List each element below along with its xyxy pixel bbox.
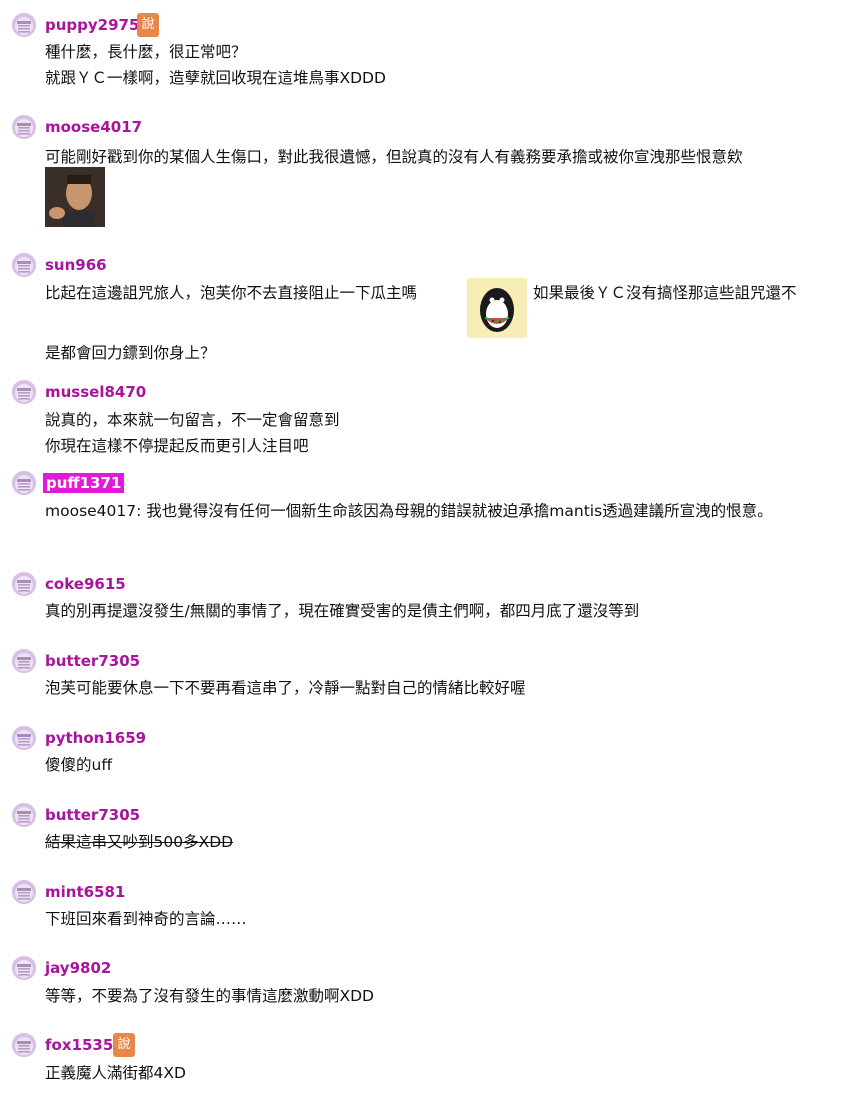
comment-text-strikethrough: 結果這串又吵到500多XDD bbox=[45, 833, 234, 851]
avatar[interactable] bbox=[12, 880, 36, 904]
avatar[interactable] bbox=[12, 572, 36, 596]
comment-text: 如果最後ＹＣ沒有搞怪那這些詛咒還不 bbox=[533, 284, 797, 302]
avatar[interactable] bbox=[12, 726, 36, 750]
comment-text: 泡芙可能要休息一下不要再看這串了，冷靜一點對自己的情緒比較好喔 bbox=[45, 679, 526, 697]
username-link[interactable]: python1659 bbox=[45, 728, 146, 748]
comment-text: 比起在這邊詛咒旅人，泡芙你不去直接阻止一下瓜主嗎 bbox=[45, 284, 418, 302]
comment-text: 正義魔人滿街都4XD bbox=[45, 1064, 186, 1082]
comment-text: 等等，不要為了沒有發生的事情這麼激動啊XDD bbox=[45, 987, 374, 1005]
comment-item: puff1371 moose4017: 我也覺得沒有任何一個新生命該因為母親的錯… bbox=[0, 471, 847, 551]
avatar[interactable] bbox=[12, 956, 36, 980]
avatar[interactable] bbox=[12, 253, 36, 277]
comment-text: 就跟ＹＣ一樣啊，造孽就回收現在這堆鳥事XDDD bbox=[45, 69, 386, 87]
avatar[interactable] bbox=[12, 380, 36, 404]
avatar[interactable] bbox=[12, 471, 36, 495]
comment-text: 你現在這樣不停提起反而更引人注目吧 bbox=[45, 437, 309, 455]
comment-text: 種什麼，長什麼，很正常吧？ bbox=[45, 43, 247, 61]
comment-item: mussel8470 說真的，本來就一句留言，不一定會留意到 你現在這樣不停提起… bbox=[0, 380, 847, 460]
comment-item: mint6581 下班回來看到神奇的言論…… bbox=[0, 880, 847, 930]
comment-item: jay9802 等等，不要為了沒有發生的事情這麼激動啊XDD bbox=[0, 956, 847, 1006]
avatar[interactable] bbox=[12, 115, 36, 139]
comment-text: 真的別再提還沒發生/無關的事情了，現在確實受害的是債主們啊，都四月底了還沒等到 bbox=[45, 602, 640, 620]
speaker-badge: 說 bbox=[137, 13, 159, 37]
username-link[interactable]: fox1535 bbox=[45, 1035, 113, 1055]
comment-item: python1659 傻傻的uff bbox=[0, 726, 847, 776]
username-link[interactable]: butter7305 bbox=[45, 805, 140, 825]
username-link[interactable]: mint6581 bbox=[45, 882, 125, 902]
comment-text: 說真的，本來就一句留言，不一定會留意到 bbox=[45, 411, 340, 429]
avatar[interactable] bbox=[12, 649, 36, 673]
comment-text: 傻傻的uff bbox=[45, 756, 113, 774]
avatar[interactable] bbox=[12, 1033, 36, 1057]
comment-item: coke9615 真的別再提還沒發生/無關的事情了，現在確實受害的是債主們啊，都… bbox=[0, 572, 847, 622]
comment-item: butter7305 結果這串又吵到500多XDD bbox=[0, 803, 847, 853]
username-link-highlighted[interactable]: puff1371 bbox=[43, 473, 125, 493]
avatar[interactable] bbox=[12, 803, 36, 827]
comment-text: moose4017: 我也覺得沒有任何一個新生命該因為母親的錯誤就被迫承擔man… bbox=[45, 502, 773, 520]
username-link[interactable]: jay9802 bbox=[45, 958, 111, 978]
comment-item: moose4017 可能剛好戳到你的某個人生傷口，對此我很遺憾，但說真的沒有人有… bbox=[0, 115, 847, 230]
comment-item: sun966 比起在這邊詛咒旅人，泡芙你不去直接阻止一下瓜主嗎 如果最後ＹＣ沒有… bbox=[0, 253, 847, 368]
username-link[interactable]: coke9615 bbox=[45, 574, 126, 594]
penguin-sticker-image[interactable] bbox=[467, 278, 527, 338]
comment-item: puppy2975 說 種什麼，長什麼，很正常吧？ 就跟ＹＣ一樣啊，造孽就回收現… bbox=[0, 13, 847, 93]
speaker-badge: 說 bbox=[113, 1033, 135, 1057]
comment-text: 是都會回力鏢到你身上？ bbox=[45, 344, 216, 362]
comment-text: 可能剛好戳到你的某個人生傷口，對此我很遺憾，但說真的沒有人有義務要承擔或被你宣洩… bbox=[45, 148, 743, 166]
comment-text: 下班回來看到神奇的言論…… bbox=[45, 910, 247, 928]
avatar[interactable] bbox=[12, 13, 36, 37]
username-link[interactable]: puppy2975 bbox=[45, 15, 139, 35]
username-link[interactable]: mussel8470 bbox=[45, 382, 146, 402]
username-link[interactable]: moose4017 bbox=[45, 117, 142, 137]
face-photo-image[interactable] bbox=[45, 167, 105, 227]
comment-item: fox1535 說 正義魔人滿街都4XD bbox=[0, 1033, 847, 1088]
comment-item: butter7305 泡芙可能要休息一下不要再看這串了，冷靜一點對自己的情緒比較… bbox=[0, 649, 847, 699]
username-link[interactable]: butter7305 bbox=[45, 651, 140, 671]
username-link[interactable]: sun966 bbox=[45, 255, 107, 275]
